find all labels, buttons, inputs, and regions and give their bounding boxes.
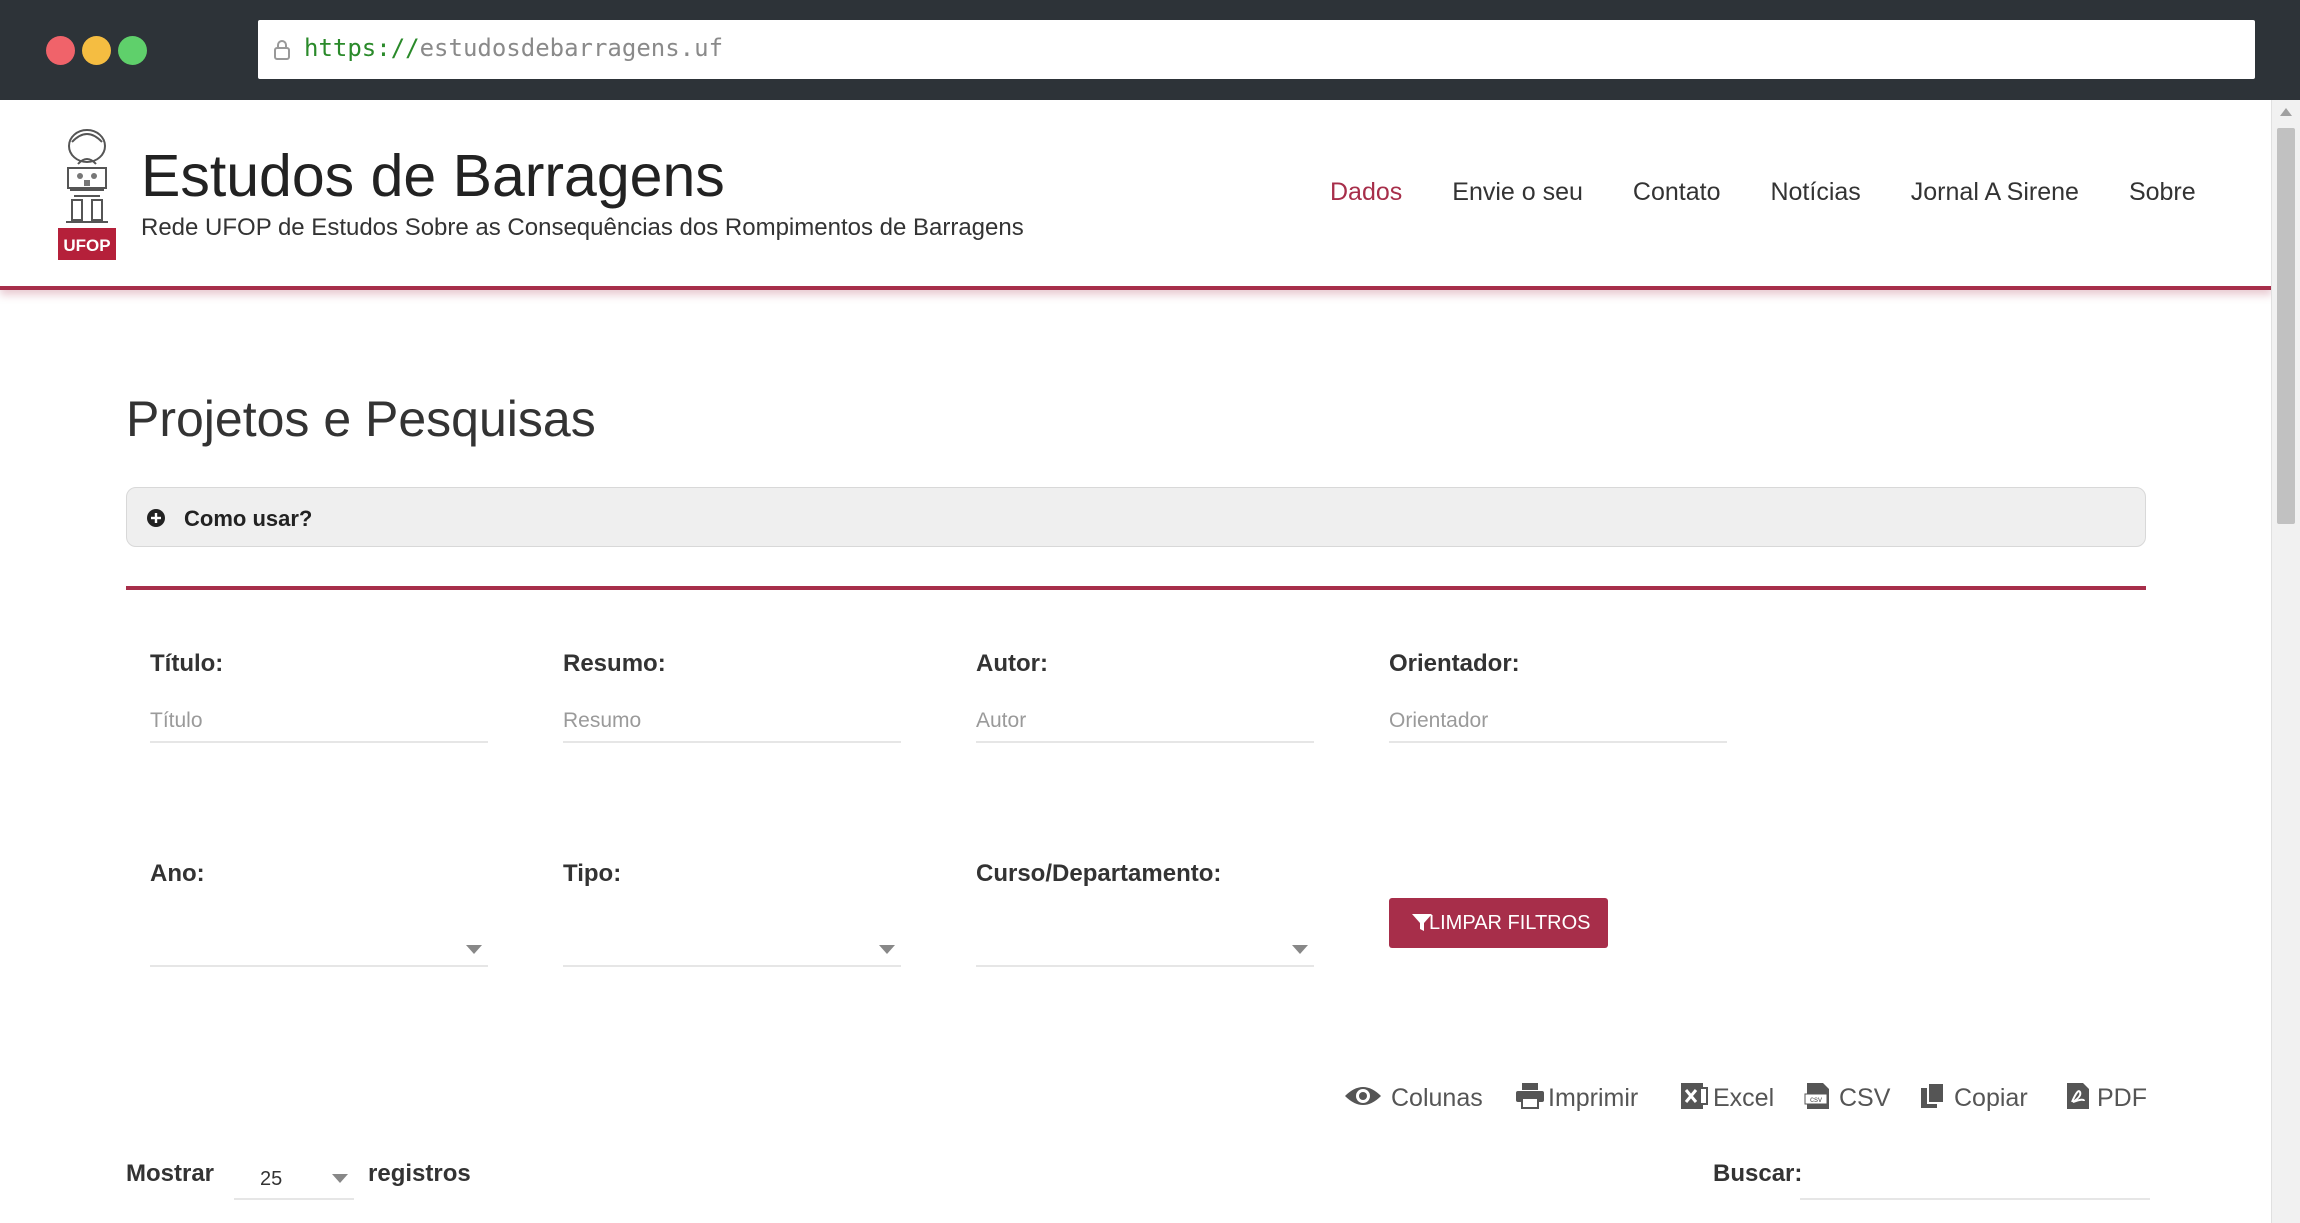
- minimize-window-button[interactable]: [82, 36, 111, 65]
- svg-text:csv: csv: [1810, 1095, 1822, 1104]
- browser-chrome: https://estudosdebarragens.uf: [0, 0, 2300, 100]
- titulo-label: Título:: [150, 650, 224, 677]
- ano-select[interactable]: [150, 927, 488, 967]
- nav-dados[interactable]: Dados: [1330, 178, 1402, 207]
- ano-label: Ano:: [150, 860, 205, 887]
- how-to-use-accordion[interactable]: Como usar?: [126, 487, 2146, 547]
- records-label: registros: [368, 1160, 471, 1187]
- scrollbar-thumb[interactable]: [2277, 128, 2295, 524]
- csv-icon: csv: [1804, 1083, 1829, 1109]
- url-text: https://estudosdebarragens.uf: [304, 34, 724, 62]
- tipo-label: Tipo:: [563, 860, 622, 887]
- orientador-input[interactable]: [1389, 701, 1727, 743]
- clear-filters-label: LIMPAR FILTROS: [1429, 912, 1591, 934]
- page-length-select[interactable]: 25: [234, 1156, 354, 1200]
- site-title[interactable]: Estudos de Barragens: [141, 142, 725, 210]
- chevron-down-icon: [466, 945, 482, 954]
- chevron-down-icon: [1292, 945, 1308, 954]
- page-length-value: 25: [260, 1168, 283, 1190]
- accordion-label: Como usar?: [184, 506, 313, 531]
- clear-filters-button[interactable]: LIMPAR FILTROS: [1389, 898, 1608, 948]
- eye-icon: [1345, 1087, 1381, 1105]
- chevron-down-icon: [332, 1174, 348, 1183]
- nav-noticias[interactable]: Notícias: [1770, 178, 1860, 207]
- curso-select[interactable]: [976, 927, 1314, 967]
- tipo-select[interactable]: [563, 927, 901, 967]
- section-divider: [126, 586, 2146, 590]
- close-window-button[interactable]: [46, 36, 75, 65]
- page-title: Projetos e Pesquisas: [126, 391, 596, 447]
- autor-label: Autor:: [976, 650, 1048, 677]
- maximize-window-button[interactable]: [118, 36, 147, 65]
- page-viewport: UFOP Estudos de Barragens Rede UFOP de E…: [0, 100, 2300, 1223]
- nav-sobre[interactable]: Sobre: [2129, 178, 2196, 207]
- site-subtitle: Rede UFOP de Estudos Sobre as Consequênc…: [141, 214, 1024, 241]
- address-bar[interactable]: https://estudosdebarragens.uf: [258, 20, 2255, 79]
- nav-envie-o-seu[interactable]: Envie o seu: [1452, 178, 1583, 207]
- copy-icon: [1921, 1082, 1945, 1108]
- vertical-scrollbar[interactable]: [2271, 100, 2300, 1223]
- scroll-up-arrow-icon[interactable]: [2280, 108, 2292, 116]
- orientador-label: Orientador:: [1389, 650, 1520, 677]
- logo-text: UFOP: [63, 236, 110, 255]
- show-label: Mostrar: [126, 1160, 215, 1187]
- lock-icon: [274, 40, 290, 60]
- titulo-input[interactable]: [150, 701, 488, 743]
- printer-icon: [1516, 1083, 1544, 1109]
- resumo-label: Resumo:: [563, 650, 666, 677]
- search-label: Buscar:: [1713, 1160, 1803, 1187]
- curso-label: Curso/Departamento:: [976, 860, 1222, 887]
- pdf-icon: [2067, 1083, 2089, 1109]
- chevron-down-icon: [879, 945, 895, 954]
- search-input[interactable]: [1800, 1152, 2150, 1200]
- resumo-input[interactable]: [563, 701, 901, 743]
- nav-jornal-a-sirene[interactable]: Jornal A Sirene: [1911, 178, 2079, 207]
- autor-input[interactable]: [976, 701, 1314, 743]
- main-nav: Dados Envie o seu Contato Notícias Jorna…: [1330, 178, 2246, 207]
- plus-circle-icon: [147, 509, 165, 527]
- site-header: UFOP Estudos de Barragens Rede UFOP de E…: [0, 100, 2272, 290]
- nav-contato[interactable]: Contato: [1633, 178, 1721, 207]
- excel-icon: [1681, 1083, 1708, 1109]
- ufop-logo[interactable]: UFOP: [58, 124, 116, 260]
